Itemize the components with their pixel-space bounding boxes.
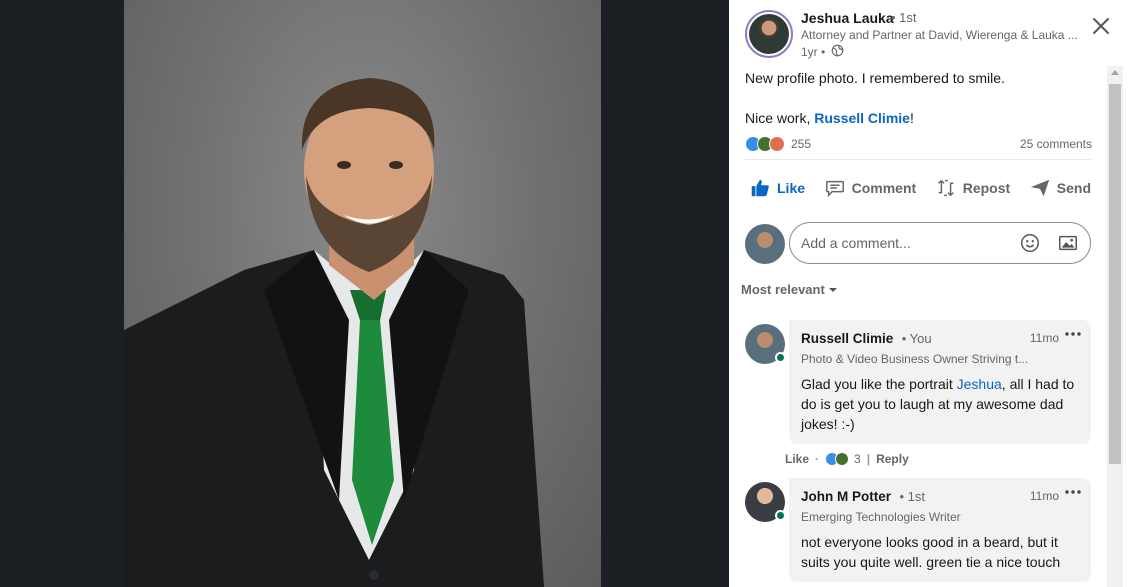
comment-bubble: John M Potter • 1st 11mo Emerging Techno…	[789, 478, 1091, 582]
commenter-name[interactable]: Russell Climie	[801, 331, 893, 346]
send-icon	[1030, 179, 1049, 197]
caret-down-icon	[828, 287, 837, 292]
repost-button[interactable]: Repost	[931, 170, 1014, 206]
comment-time: 11mo	[1029, 331, 1059, 345]
comment-time: 11mo	[1029, 489, 1059, 503]
comment-label: Comment	[851, 180, 917, 196]
post-text-line2: Nice work, Russell Climie!	[745, 108, 1095, 128]
repost-icon	[937, 179, 954, 197]
post-text-line1: New profile photo. I remembered to smile…	[745, 70, 1005, 86]
sort-dropdown[interactable]: Most relevant	[741, 282, 838, 297]
author-avatar[interactable]	[745, 10, 793, 58]
more-options-icon[interactable]	[1063, 484, 1083, 500]
sort-label: Most relevant	[741, 282, 825, 297]
emoji-icon[interactable]	[1019, 232, 1041, 254]
reply-button[interactable]: Reply	[876, 452, 909, 466]
post-scroll-area: New profile photo. I remembered to smile…	[729, 66, 1109, 587]
comment-count-link[interactable]: 25 comments	[1020, 137, 1092, 151]
comment-actions: Like · 3 | Reply	[785, 452, 909, 466]
comment-text-prefix: Glad you like the portrait	[801, 376, 957, 392]
reactions-summary[interactable]: 255	[745, 134, 811, 154]
commenter-degree: • 1st	[899, 489, 925, 504]
photo-viewer	[0, 0, 729, 587]
commenter-headline: Emerging Technologies Writer	[801, 510, 961, 524]
author-name[interactable]: Jeshua Lauka	[801, 10, 894, 26]
post-text-suffix: !	[909, 110, 914, 126]
online-status-indicator	[775, 510, 786, 521]
repost-label: Repost	[962, 180, 1011, 196]
comment-button[interactable]: Comment	[820, 170, 921, 206]
comment-icon	[825, 180, 844, 198]
scroll-thumb[interactable]	[1109, 84, 1121, 464]
comment-bubble: Russell Climie • You 11mo Photo & Video …	[789, 320, 1091, 444]
post-time: 1yr •	[801, 45, 826, 59]
divider	[745, 159, 1091, 160]
separator-bar: |	[866, 452, 871, 466]
close-icon[interactable]	[1089, 14, 1113, 38]
comment-reaction-count[interactable]: 3	[854, 452, 861, 466]
reaction-count: 255	[791, 137, 812, 151]
separator-dot: ·	[815, 452, 820, 466]
author-headline: Attorney and Partner at David, Wierenga …	[801, 28, 1078, 42]
comment-input[interactable]: Add a comment...	[789, 222, 1091, 264]
post-detail-panel: Jeshua Lauka • 1st Attorney and Partner …	[729, 0, 1129, 587]
post-header: Jeshua Lauka • 1st Attorney and Partner …	[745, 8, 1105, 64]
comment-item: Russell Climie • You 11mo Photo & Video …	[745, 320, 1091, 450]
scroll-up-arrow-icon[interactable]	[1111, 70, 1119, 75]
more-options-icon[interactable]	[1063, 326, 1083, 342]
portrait-image	[124, 78, 544, 587]
commenter-degree: • You	[901, 331, 932, 346]
post-text-prefix: Nice work,	[745, 110, 815, 126]
love-reaction-icon	[769, 136, 785, 152]
globe-icon	[831, 44, 844, 57]
mention-link[interactable]: Russell Climie	[814, 110, 910, 126]
image-icon[interactable]	[1057, 232, 1079, 254]
comment-item: John M Potter • 1st 11mo Emerging Techno…	[745, 478, 1091, 587]
my-avatar	[745, 224, 785, 264]
like-label: Like	[777, 180, 806, 196]
comment-text: not everyone looks good in a beard, but …	[801, 534, 1061, 570]
profile-photo	[124, 0, 601, 587]
send-label: Send	[1056, 180, 1091, 196]
comment-text: Glad you like the portrait Jeshua, all I…	[801, 374, 1079, 434]
comment-box-row: Add a comment...	[745, 222, 1091, 266]
thumbs-up-icon	[751, 179, 769, 197]
post-actions: Like Comment Repost Send	[745, 170, 1095, 206]
connection-degree: • 1st	[891, 10, 917, 25]
like-button[interactable]: Like	[745, 170, 809, 206]
comment-like-button[interactable]: Like	[785, 452, 809, 466]
celebrate-reaction-icon	[835, 452, 850, 466]
mention-link[interactable]: Jeshua	[957, 376, 1002, 392]
online-status-indicator	[775, 352, 786, 363]
send-button[interactable]: Send	[1025, 170, 1095, 206]
commenter-headline: Photo & Video Business Owner Striving t.…	[801, 352, 1029, 366]
scrollbar[interactable]	[1107, 66, 1123, 587]
post-text: New profile photo. I remembered to smile…	[745, 68, 1095, 128]
commenter-name[interactable]: John M Potter	[801, 489, 891, 504]
